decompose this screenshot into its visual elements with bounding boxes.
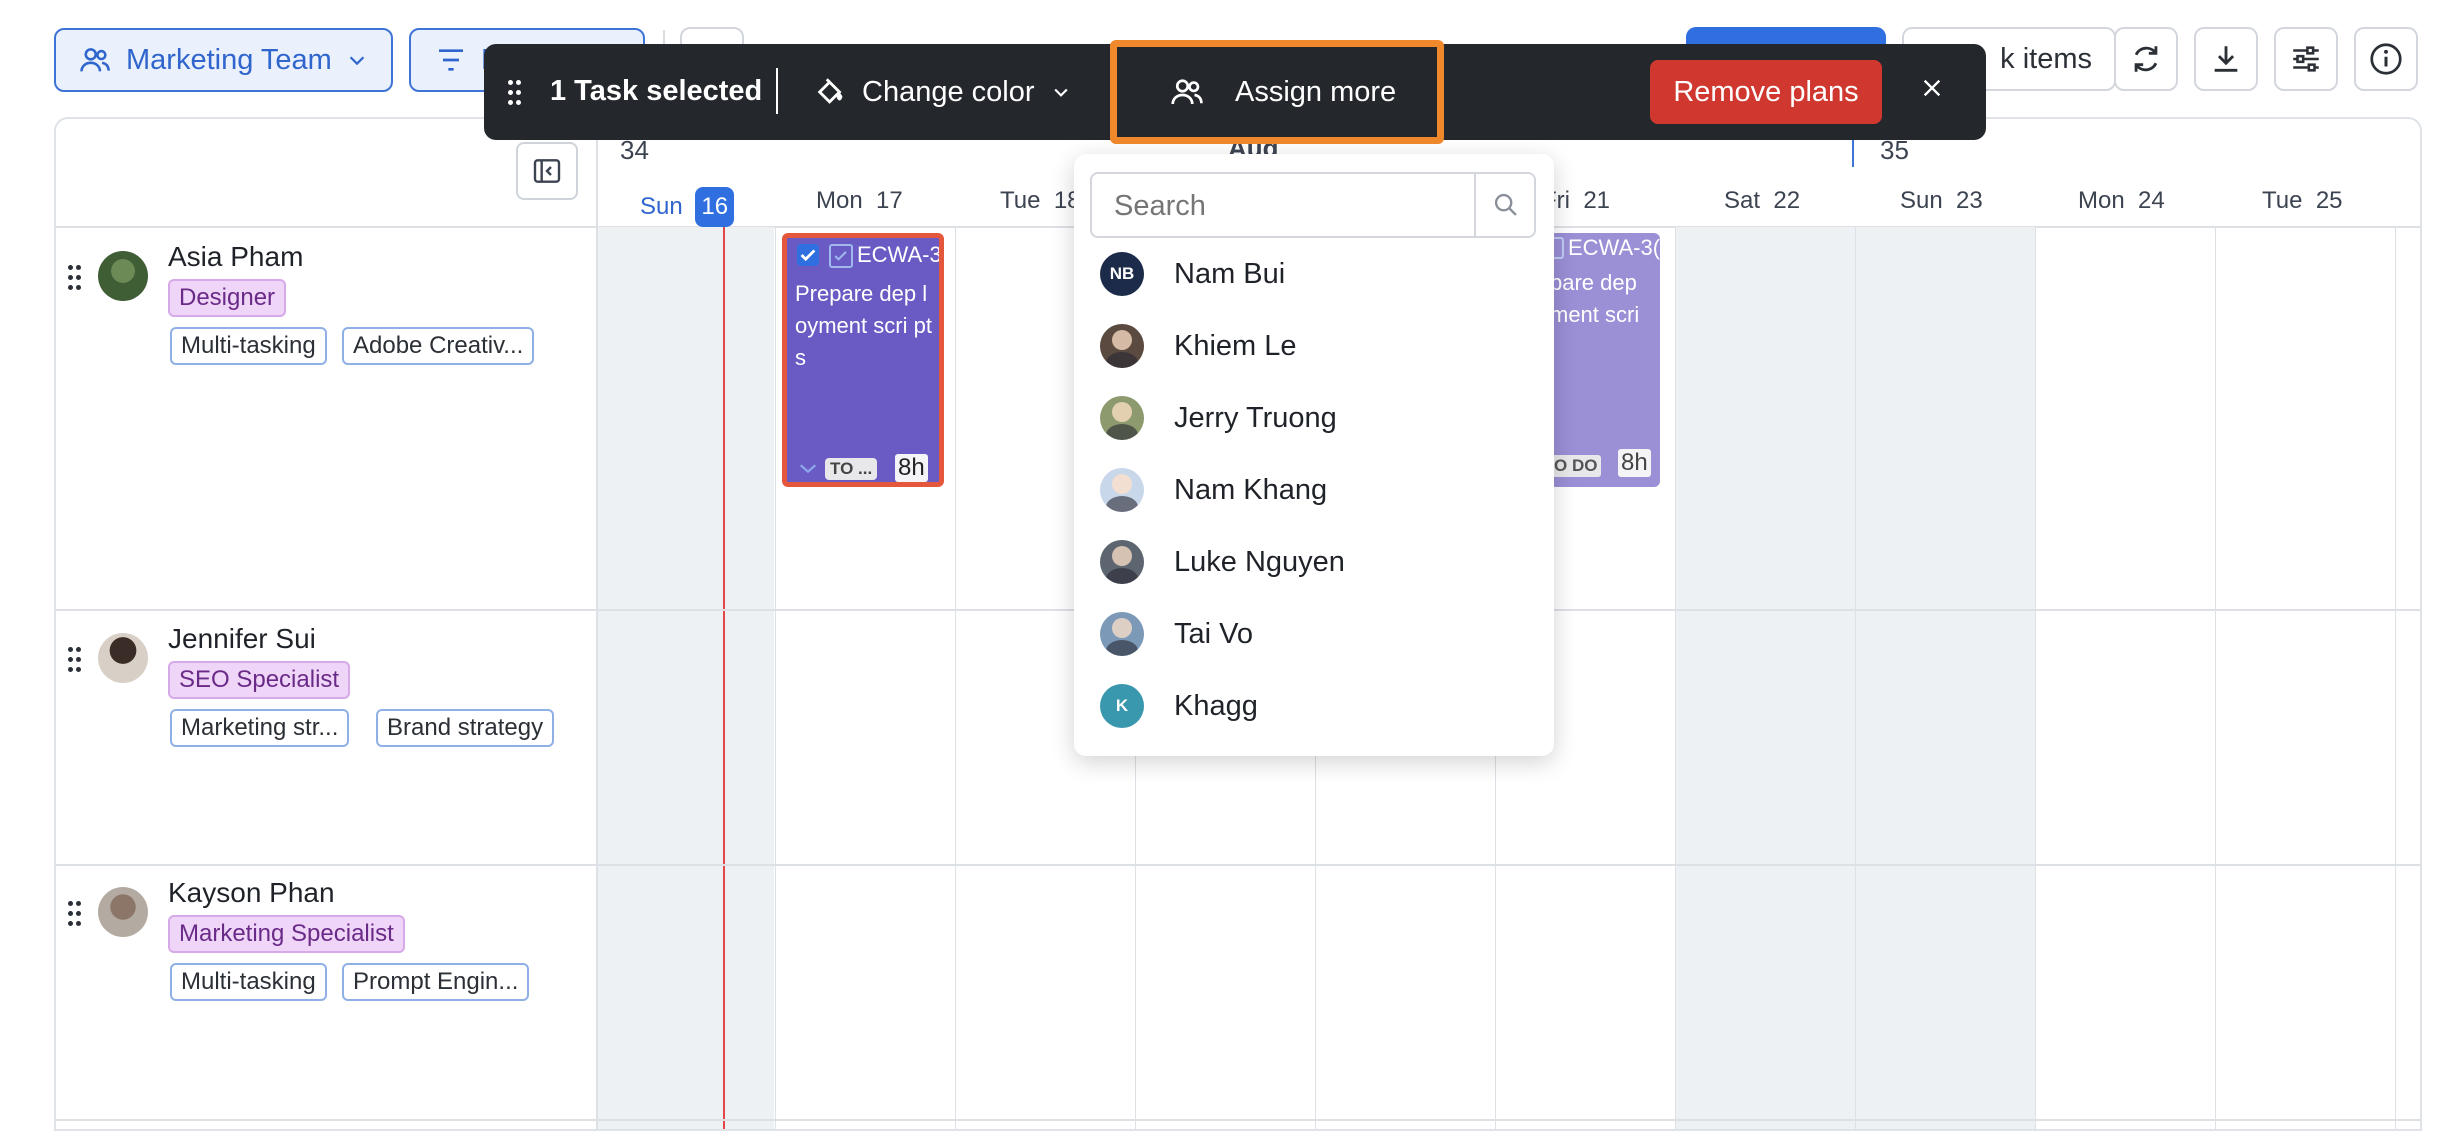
task-hours: 8h — [895, 454, 928, 482]
task-type-icon — [829, 244, 853, 268]
drag-handle-icon[interactable] — [508, 80, 522, 106]
skill-tag: Multi-tasking — [170, 327, 327, 365]
day-header[interactable]: Tue 18 — [1000, 187, 1081, 215]
task-code: ECWA-3( — [1568, 235, 1660, 260]
task-card[interactable]: ECWA-3( pare dep ment scri O DO 8h — [1550, 233, 1660, 487]
avatar — [1100, 612, 1144, 656]
task-code: ECWA-3 — [857, 242, 942, 267]
role-tag: Marketing Specialist — [168, 915, 405, 953]
task-items-label: k items — [2000, 43, 2092, 75]
drag-handle-icon[interactable] — [68, 647, 82, 673]
team-selector-label: Marketing Team — [126, 43, 332, 76]
today-line — [723, 227, 725, 1129]
remove-plans-button[interactable]: Remove plans — [1650, 60, 1882, 124]
task-status-badge: TO ... — [825, 458, 878, 480]
assignee-option[interactable]: NB Nam Bui — [1074, 238, 1554, 310]
day-header[interactable]: Tue 25 — [2262, 187, 2343, 215]
day-header[interactable]: Mon 17 — [816, 187, 903, 215]
avatar — [1100, 540, 1144, 584]
checkbox-checked-icon[interactable] — [797, 244, 819, 266]
today-badge: 16 — [695, 187, 735, 227]
assignee-name: Nam Khang — [1174, 473, 1328, 506]
sidebar-collapse-icon — [533, 159, 561, 183]
assignee-name: Tai Vo — [1174, 617, 1253, 650]
skill-tag: Marketing str... — [170, 709, 350, 747]
assignee-name: Luke Nguyen — [1174, 545, 1345, 578]
day-header[interactable]: Mon 24 — [2078, 187, 2165, 215]
task-hours: 8h — [1618, 449, 1651, 477]
skill-tag: Prompt Engin... — [342, 963, 530, 1001]
drag-handle-icon[interactable] — [68, 265, 82, 291]
week-divider — [1852, 137, 1854, 167]
assignee-name: Khiem Le — [1174, 329, 1297, 362]
assign-more-dropdown: NB Nam Bui Khiem Le Jerry Truong Nam Khang Lu… — [1074, 154, 1554, 756]
avatar — [98, 251, 148, 301]
person-name: Kayson Phan — [168, 877, 335, 908]
weekend-column — [598, 227, 774, 1129]
chevron-down-icon — [1053, 88, 1068, 97]
expand-chevron-icon[interactable] — [797, 460, 819, 481]
assignee-option[interactable]: Tai Vo — [1074, 598, 1554, 670]
role-tag: SEO Specialist — [168, 661, 351, 699]
sliders-icon — [2293, 46, 2319, 72]
task-title: pare dep ment scri — [1550, 270, 1640, 327]
assignee-option[interactable]: Jerry Truong — [1074, 382, 1554, 454]
refresh-button[interactable] — [2114, 27, 2178, 91]
info-button[interactable] — [2354, 27, 2418, 91]
assignee-search-field[interactable] — [1090, 172, 1536, 238]
task-card-selected[interactable]: ECWA-3 Prepare dep loyment scri pts TO .… — [782, 233, 944, 487]
assign-more-button[interactable]: Assign more — [1110, 40, 1444, 144]
person-name: Jennifer Sui — [168, 623, 316, 654]
avatar: K — [1100, 684, 1144, 728]
close-selection-button[interactable] — [1908, 64, 1956, 112]
weekend-column — [1676, 227, 2036, 1129]
change-color-button[interactable]: Change color — [814, 68, 1071, 116]
assignee-option[interactable]: Khiem Le — [1074, 310, 1554, 382]
day-header[interactable]: Sat 22 — [1724, 187, 1800, 215]
download-icon — [2214, 46, 2238, 72]
avatar — [98, 633, 148, 683]
info-icon — [2370, 43, 2402, 75]
assignee-option[interactable]: Nam Khang — [1074, 454, 1554, 526]
skill-tag: Brand strategy — [376, 709, 555, 747]
settings-sliders-button[interactable] — [2274, 27, 2338, 91]
role-tag: Designer — [168, 279, 287, 317]
collapse-sidebar-button[interactable] — [516, 142, 578, 200]
avatar — [1100, 324, 1144, 368]
avatar — [98, 887, 148, 937]
day-header-today[interactable]: Sun 16 — [640, 187, 735, 227]
person-name: Asia Pham — [168, 241, 304, 272]
download-button[interactable] — [2194, 27, 2258, 91]
filter-icon — [439, 49, 463, 71]
assignee-option[interactable]: K Khagg — [1074, 670, 1554, 742]
avatar — [1100, 396, 1144, 440]
paint-bucket-icon — [817, 78, 843, 104]
avatar: NB — [1100, 252, 1144, 296]
close-icon — [1923, 79, 1941, 97]
task-title: Prepare dep loyment scri pts — [795, 281, 932, 370]
assignee-search-input[interactable] — [1096, 178, 1466, 234]
task-status-badge: O DO — [1550, 455, 1602, 477]
team-selector-button[interactable]: Marketing Team — [54, 28, 393, 92]
assignee-name: Nam Bui — [1174, 257, 1286, 290]
assignee-option[interactable]: Luke Nguyen — [1074, 526, 1554, 598]
team-icon — [80, 48, 110, 72]
assignee-name: Jerry Truong — [1174, 401, 1337, 434]
selected-count-label: 1 Task selected — [550, 75, 763, 107]
bar-divider — [776, 68, 778, 114]
chevron-down-icon — [349, 56, 364, 66]
skill-tag: Multi-tasking — [170, 963, 327, 1001]
selection-action-bar: 1 Task selected Change color Assign more… — [484, 40, 1986, 144]
day-header[interactable]: Sun 23 — [1900, 187, 1983, 215]
drag-handle-icon[interactable] — [68, 901, 82, 927]
refresh-icon — [2134, 46, 2158, 72]
assignee-name: Khagg — [1174, 689, 1258, 722]
team-icon — [1171, 79, 1203, 105]
search-icon[interactable] — [1492, 191, 1520, 219]
skill-tag: Adobe Creativ... — [342, 327, 535, 365]
avatar — [1100, 468, 1144, 512]
